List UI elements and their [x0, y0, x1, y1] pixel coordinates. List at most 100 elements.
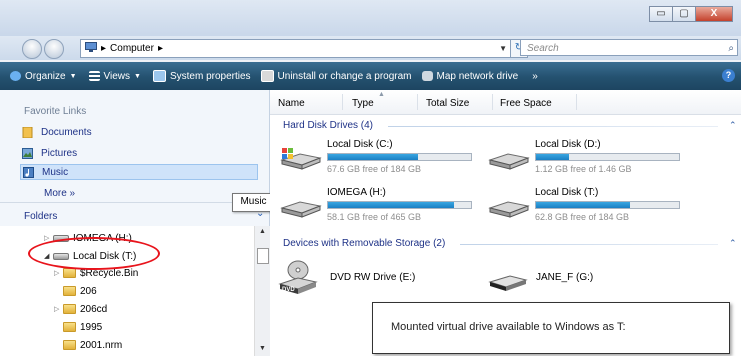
folder-icon: [63, 268, 76, 278]
documents-icon: [22, 126, 33, 138]
breadcrumb-separator-icon: ▸: [101, 43, 107, 54]
tree-node-206cd[interactable]: ▷ 206cd: [54, 302, 107, 316]
tree-node-2001-nrm[interactable]: 2001.nrm: [54, 338, 122, 352]
sort-arrow-icon: ▲: [378, 91, 385, 98]
drive-name: Local Disk (D:): [535, 139, 601, 150]
views-button[interactable]: Views ▼: [88, 70, 141, 82]
favorite-label: Documents: [41, 126, 92, 138]
drive-usage-fill: [536, 154, 569, 160]
expand-arrow-icon[interactable]: ▷: [54, 305, 63, 313]
scroll-thumb[interactable]: [257, 248, 269, 264]
tree-node-label: 206: [80, 285, 97, 297]
chevron-down-icon: ▼: [69, 72, 77, 80]
column-header-row: Name ▲ Type Total Size Free Space: [270, 90, 741, 115]
highlight-circle: [28, 237, 160, 270]
tooltip: Music: [232, 193, 275, 212]
hard-drive-icon: [280, 201, 322, 218]
close-button[interactable]: X: [695, 6, 733, 22]
map-drive-icon: [421, 71, 433, 81]
windows-drive-icon: [280, 148, 322, 170]
forward-button[interactable]: [44, 39, 64, 59]
navigation-pane: Favorite Links Documents Pictures Music …: [0, 90, 270, 356]
map-network-drive-label: Map network drive: [436, 70, 519, 82]
uninstall-button[interactable]: Uninstall or change a program: [260, 70, 412, 82]
explorer-window: ▭ ▢ X ▸ Computer ▸ ▼ ↻ Search ⌕ Organize…: [0, 0, 741, 356]
folders-header[interactable]: Folders ⌄: [0, 202, 269, 225]
organize-icon: [10, 71, 21, 81]
system-properties-label: System properties: [169, 70, 251, 82]
drive-usage-fill: [328, 154, 419, 160]
folder-icon: [63, 304, 76, 314]
drive-usage-bar: [327, 153, 472, 161]
drive-free-space: 1.12 GB free of 1.46 GB: [535, 164, 632, 174]
scroll-down-icon[interactable]: ▼: [259, 345, 266, 352]
minimize-button[interactable]: ▭: [649, 6, 673, 22]
drive-name: Local Disk (T:): [535, 187, 599, 198]
drive-free-space: 58.1 GB free of 465 GB: [327, 212, 422, 222]
usb-drive-icon[interactable]: [488, 268, 528, 294]
drive-free-space: 67.6 GB free of 184 GB: [327, 164, 422, 174]
folders-label: Folders: [24, 211, 58, 222]
group-hard-disk-drives[interactable]: Hard Disk Drives (4): [283, 120, 373, 131]
uninstall-label: Uninstall or change a program: [277, 70, 412, 82]
tree-node-206[interactable]: 206: [54, 284, 97, 298]
column-name[interactable]: Name: [278, 98, 305, 109]
help-icon[interactable]: ?: [722, 69, 735, 82]
drive-free-space: 62.8 GB free of 184 GB: [535, 212, 630, 222]
tree-node-label: 1995: [80, 321, 103, 333]
column-free-space[interactable]: Free Space: [500, 98, 552, 109]
address-dropdown-icon[interactable]: ▼: [499, 44, 507, 53]
search-input[interactable]: Search ⌕: [520, 39, 738, 56]
drive-usage-bar: [535, 153, 680, 161]
dvd-drive-icon[interactable]: DVD: [278, 260, 318, 296]
system-properties-button[interactable]: System properties: [152, 70, 251, 82]
scroll-up-icon[interactable]: ▲: [259, 228, 266, 235]
favorite-label: Pictures: [41, 147, 78, 159]
maximize-button[interactable]: ▢: [672, 6, 696, 22]
tree-node-label: 2001.nrm: [80, 339, 123, 351]
views-icon: [88, 71, 100, 81]
drive-tile-d[interactable]: Local Disk (D:) 1.12 GB free of 1.46 GB: [488, 138, 688, 178]
back-button[interactable]: [22, 39, 42, 59]
column-type[interactable]: Type: [352, 98, 374, 109]
overflow-label: »: [532, 70, 538, 82]
collapse-group-icon[interactable]: ⌃: [729, 120, 737, 131]
tree-scrollbar[interactable]: ▲ ▼: [254, 226, 270, 356]
more-favorites-link[interactable]: More »: [44, 188, 75, 199]
drive-tile-t[interactable]: Local Disk (T:) 62.8 GB free of 184 GB: [488, 186, 688, 226]
expand-arrow-icon[interactable]: ▷: [54, 269, 63, 277]
views-label: Views: [103, 70, 131, 82]
map-network-drive-button[interactable]: Map network drive: [421, 70, 519, 82]
drive-tile-c[interactable]: Local Disk (C:) 67.6 GB free of 184 GB: [280, 138, 480, 178]
tree-node-1995[interactable]: 1995: [54, 320, 102, 334]
folder-icon: [63, 286, 76, 296]
annotation-callout: Mounted virtual drive available to Windo…: [372, 302, 730, 354]
command-overflow-button[interactable]: »: [532, 71, 538, 82]
removable-drive-name[interactable]: DVD RW Drive (E:): [330, 272, 415, 283]
removable-drive-name[interactable]: JANE_F (G:): [536, 272, 593, 283]
breadcrumb-computer[interactable]: Computer: [110, 43, 154, 54]
drive-usage-fill: [536, 202, 631, 208]
address-bar[interactable]: ▸ Computer ▸ ▼: [80, 39, 512, 58]
column-total-size[interactable]: Total Size: [426, 98, 469, 109]
drive-usage-bar: [327, 201, 472, 209]
group-removable-storage[interactable]: Devices with Removable Storage (2): [283, 238, 445, 249]
pictures-icon: [22, 147, 33, 159]
search-icon[interactable]: ⌕: [728, 40, 734, 57]
organize-button[interactable]: Organize ▼: [10, 71, 77, 82]
drive-tile-h[interactable]: IOMEGA (H:) 58.1 GB free of 465 GB: [280, 186, 480, 226]
system-properties-icon: [152, 70, 166, 82]
chevron-down-icon: ▼: [134, 72, 141, 80]
collapse-group-icon[interactable]: ⌃: [729, 238, 737, 249]
folder-icon: [63, 340, 76, 350]
favorite-label: Music: [42, 166, 69, 178]
uninstall-icon: [260, 70, 274, 82]
music-icon: [23, 166, 34, 178]
drive-name: Local Disk (C:): [327, 139, 393, 150]
folder-icon: [63, 322, 76, 332]
favorite-music[interactable]: Music: [20, 164, 258, 180]
favorite-pictures[interactable]: Pictures: [22, 146, 78, 160]
computer-icon: [85, 42, 97, 55]
favorite-documents[interactable]: Documents: [22, 125, 92, 139]
favorite-links-header: Favorite Links: [24, 106, 87, 117]
